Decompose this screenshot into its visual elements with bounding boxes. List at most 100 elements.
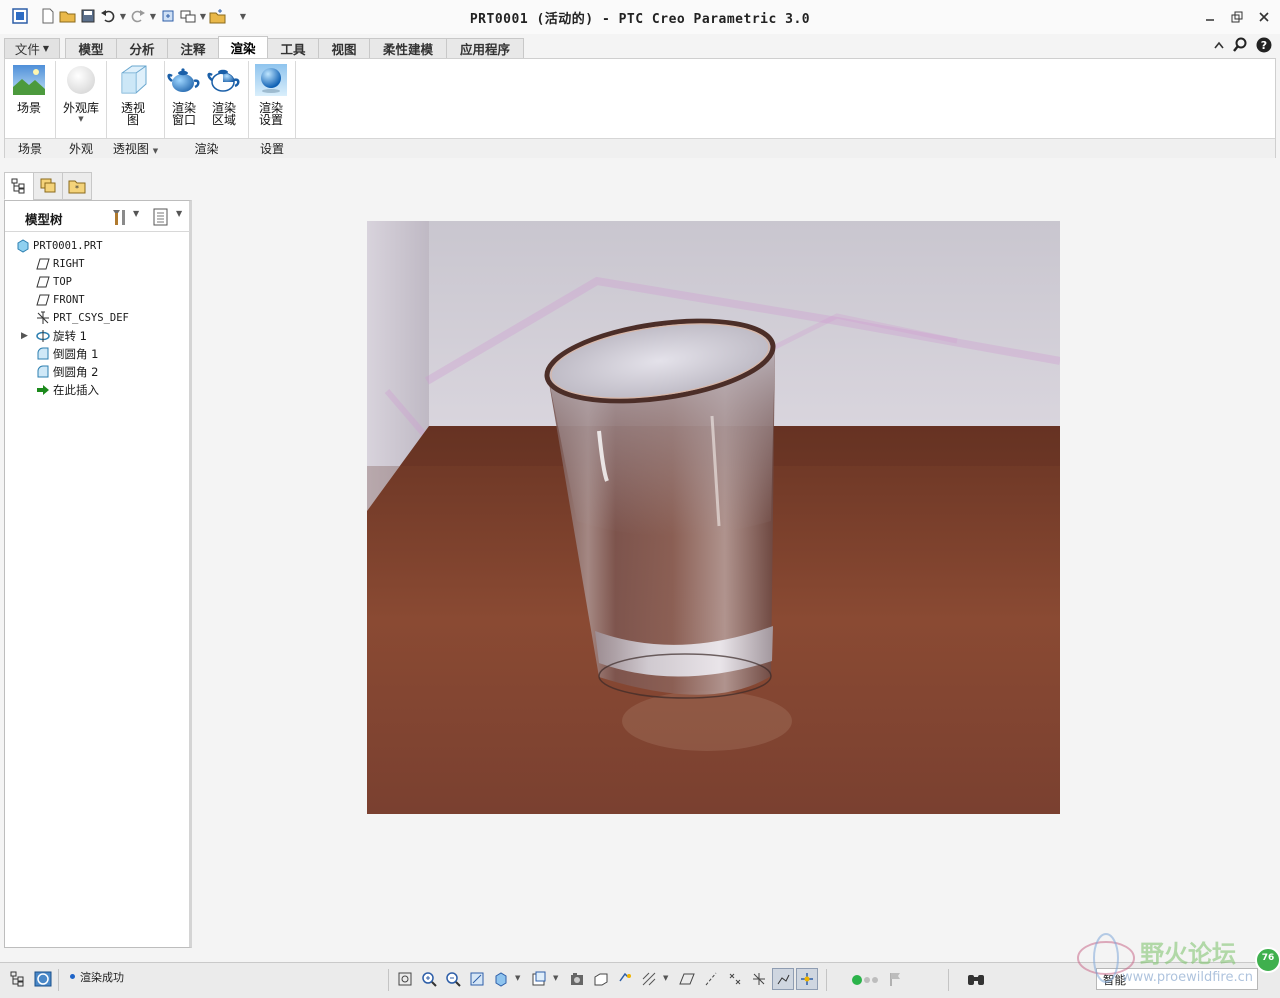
display-style-icon[interactable]: [490, 968, 512, 990]
window-title: PRT0001 (活动的) - PTC Creo Parametric 3.0: [469, 12, 811, 27]
appearance-library-label: 外观库: [62, 101, 99, 115]
tree-item-part[interactable]: PRT0001.PRT: [15, 237, 103, 255]
annotation-display-icon[interactable]: [638, 968, 660, 990]
search-icon[interactable]: [1231, 36, 1249, 54]
model-tree-panel: 模型树 ▼ ▼ PRT0001.PRT RIGHT TOP FRONT PRT_…: [4, 200, 192, 948]
revolve-icon: [35, 328, 51, 344]
ribbon-panel: 场景 外观库 ▼ 透视 图 渲染 窗口 渲染 区域 渲染 设置 场景 外观 透视…: [4, 58, 1276, 158]
tree-item-label: FRONT: [53, 294, 85, 306]
tree-item-label: PRT0001.PRT: [33, 240, 103, 252]
tree-item-round-1[interactable]: 倒圆角 1: [35, 345, 98, 363]
separator: [58, 969, 59, 991]
display-style-dropdown-icon[interactable]: ▼: [515, 974, 520, 982]
restore-icon[interactable]: [1228, 8, 1246, 26]
group-title-scene: 场景: [17, 142, 42, 156]
settings-tools-icon[interactable]: [109, 207, 129, 227]
appearance-library-button[interactable]: 外观库 ▼: [57, 63, 105, 123]
tree-item-csys[interactable]: PRT_CSYS_DEF: [35, 309, 129, 327]
perspective-toggle-icon[interactable]: [590, 968, 612, 990]
chevron-down-icon: ▼: [152, 147, 159, 155]
tree-item-label: 倒圆角 1: [53, 347, 99, 361]
repaint-icon[interactable]: [466, 968, 488, 990]
annotation-dropdown-icon[interactable]: ▼: [663, 974, 668, 982]
render-region-button[interactable]: 渲染 区域: [205, 63, 243, 126]
datum-display-icon[interactable]: [614, 968, 636, 990]
tree-item-label: 在此插入: [53, 383, 99, 397]
help-icon[interactable]: ?: [1254, 36, 1274, 54]
tab-model-tree[interactable]: [4, 172, 34, 200]
perspective-label-2: 图: [126, 113, 139, 127]
tab-applications[interactable]: 应用程序: [446, 38, 524, 58]
chevron-down-icon: ▼: [42, 44, 50, 53]
round-icon: [35, 364, 51, 380]
rendered-image: [367, 221, 1060, 814]
show-dropdown-icon[interactable]: ▼: [176, 209, 182, 218]
orientations-dropdown-icon[interactable]: ▼: [553, 974, 558, 982]
tree-item-revolve[interactable]: ▶ 旋转 1: [21, 327, 87, 345]
title-bar: ▼ ▼ ▼ ▼ PRT0001 (活动的) - PTC Creo Paramet…: [0, 0, 1280, 34]
saved-orientations-icon[interactable]: [528, 968, 550, 990]
point-display-icon[interactable]: [724, 968, 746, 990]
settings-dropdown-icon[interactable]: ▼: [133, 209, 139, 218]
scene-button[interactable]: 场景: [9, 63, 49, 114]
watermark-badge: 76: [1261, 953, 1275, 963]
part-icon: [15, 238, 31, 254]
close-icon[interactable]: [1255, 8, 1273, 26]
watermark-title: 野火论坛: [1140, 940, 1236, 968]
tab-tools[interactable]: 工具: [267, 38, 319, 58]
render-region-label-2: 区域: [211, 113, 236, 127]
render-window-label-2: 窗口: [171, 113, 196, 127]
svg-text:?: ?: [1261, 39, 1267, 52]
tab-folder-browser[interactable]: [33, 172, 63, 200]
render-window-button[interactable]: 渲染 窗口: [165, 63, 203, 126]
tab-render[interactable]: 渲染: [218, 36, 268, 58]
expand-arrow-icon[interactable]: ▶: [21, 331, 35, 341]
refit-icon[interactable]: [394, 968, 416, 990]
watermark: 野火论坛 www.proewildfire.cn 76: [1070, 930, 1280, 992]
tree-item-insert-here[interactable]: 在此插入: [35, 381, 99, 399]
tab-flexible-modeling[interactable]: 柔性建模: [369, 38, 447, 58]
tree-item-top[interactable]: TOP: [35, 273, 72, 291]
annotation-toggle-icon[interactable]: [796, 968, 818, 990]
plane-display-icon[interactable]: [676, 968, 698, 990]
csys-display-icon[interactable]: [748, 968, 770, 990]
view-manager-icon[interactable]: [566, 968, 588, 990]
tab-view[interactable]: 视图: [318, 38, 370, 58]
model-tree-title: 模型树: [25, 212, 63, 227]
zoom-out-icon[interactable]: [442, 968, 464, 990]
datum-plane-icon: [35, 292, 51, 308]
perspective-view-button[interactable]: 透视 图: [111, 63, 155, 126]
separator: [948, 969, 949, 991]
show-options-icon[interactable]: [152, 207, 172, 227]
tab-file[interactable]: 文件 ▼: [4, 38, 60, 58]
teapot-region-icon: [207, 63, 241, 97]
scene-label: 场景: [16, 101, 41, 115]
axis-display-icon[interactable]: [700, 968, 722, 990]
model-tree-header: 模型树 ▼ ▼: [5, 201, 190, 232]
browser-toggle-icon[interactable]: [32, 968, 54, 990]
datum-plane-icon: [35, 274, 51, 290]
minimize-icon[interactable]: [1201, 8, 1219, 26]
tree-item-front[interactable]: FRONT: [35, 291, 85, 309]
tree-item-label: TOP: [53, 276, 72, 288]
navigator-toggle-icon[interactable]: [7, 968, 29, 990]
spin-center-icon[interactable]: [772, 968, 794, 990]
tree-item-label: RIGHT: [53, 258, 85, 270]
navigator-tabs: *: [4, 172, 92, 200]
find-binoculars-icon[interactable]: [963, 968, 989, 990]
zoom-in-icon[interactable]: [418, 968, 440, 990]
tab-annotate[interactable]: 注释: [167, 38, 219, 58]
regeneration-status-icon: [852, 975, 862, 985]
tab-model[interactable]: 模型: [65, 38, 117, 58]
status-dot-icon: [872, 977, 878, 983]
tab-analysis[interactable]: 分析: [116, 38, 168, 58]
tree-item-right[interactable]: RIGHT: [35, 255, 85, 273]
collapse-ribbon-icon[interactable]: [1210, 36, 1228, 54]
tree-item-round-2[interactable]: 倒圆角 2: [35, 363, 98, 381]
tree-item-label: PRT_CSYS_DEF: [53, 312, 129, 324]
flag-icon[interactable]: [884, 968, 906, 990]
group-title-perspective[interactable]: 透视图 ▼: [107, 140, 164, 156]
tab-favorites[interactable]: *: [62, 172, 92, 200]
render-settings-button[interactable]: 渲染 设置: [251, 63, 291, 126]
perspective-cube-icon: [116, 63, 150, 97]
